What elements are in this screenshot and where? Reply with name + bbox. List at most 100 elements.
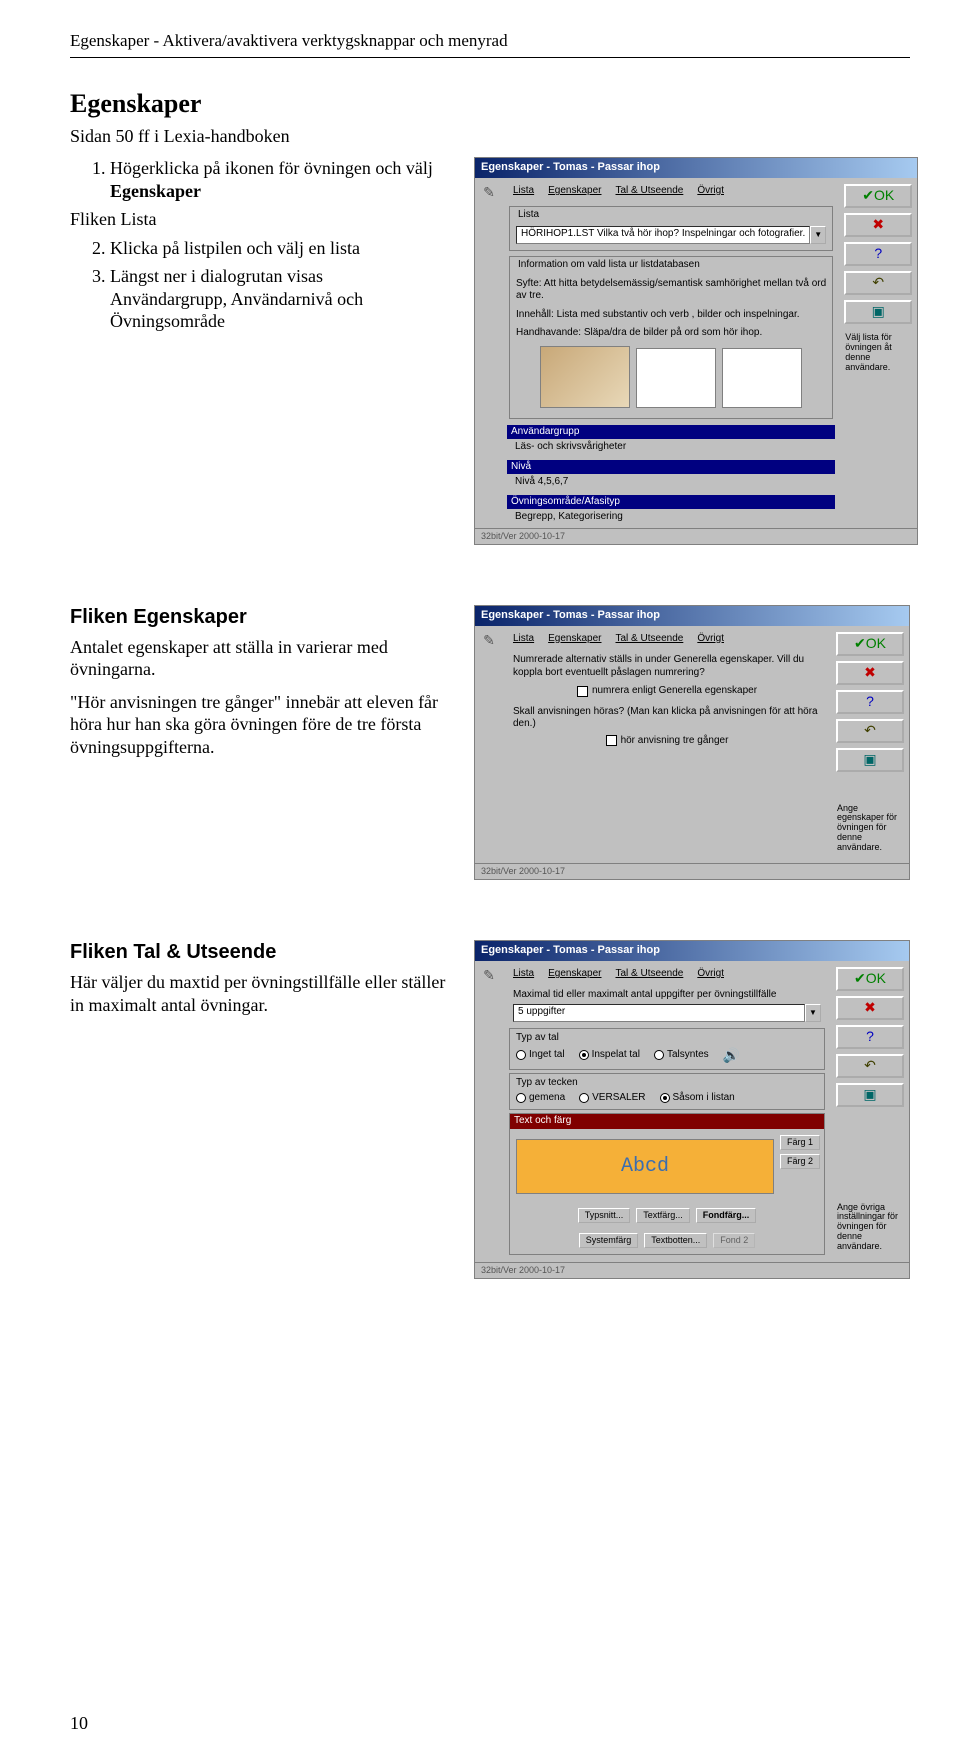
tab-egenskaper[interactable]: Egenskaper — [548, 968, 601, 981]
right-caption: Välj lista för övningen åt denne använda… — [843, 329, 913, 377]
farg2-button[interactable]: Färg 2 — [780, 1154, 820, 1169]
radio-inget[interactable] — [516, 1050, 526, 1060]
undo-button[interactable]: ↶ — [836, 719, 904, 743]
tab-ovrigt[interactable]: Övrigt — [697, 968, 724, 981]
shot2-footer: 32bit/Ver 2000-10-17 — [475, 863, 909, 879]
help-button[interactable]: ? — [844, 242, 912, 266]
section3-p1: Här väljer du maxtid per övningstillfäll… — [70, 971, 450, 1016]
typsnitt-button[interactable]: Typsnitt... — [578, 1208, 631, 1223]
section2-p2: "Hör anvisningen tre gånger" innebär att… — [70, 691, 450, 759]
radio-talsyntes[interactable] — [654, 1050, 664, 1060]
thumbnail-image — [540, 346, 630, 408]
radio-inspelat-label: Inspelat tal — [592, 1049, 640, 1062]
fondfarg-button[interactable]: Fondfärg... — [696, 1208, 757, 1223]
ok-button[interactable]: ✔OK — [836, 967, 904, 991]
dialog-title-2: Egenskaper - Tomas - Passar ihop — [475, 606, 909, 626]
tab-egenskaper[interactable]: Egenskaper — [548, 185, 601, 198]
niva-value: Nivå 4,5,6,7 — [507, 476, 835, 489]
section3-title: Fliken Tal & Utseende — [70, 940, 450, 965]
shot2-line2: Skall anvisningen höras? (Man kan klicka… — [507, 700, 827, 733]
abcd-sample: Abcd — [621, 1155, 669, 1178]
fond2-button[interactable]: Fond 2 — [713, 1233, 755, 1248]
radio-gemena[interactable] — [516, 1093, 526, 1103]
tab-bar-2: Lista Egenskaper Tal & Utseende Övrigt — [507, 630, 827, 651]
shot1-footer: 32bit/Ver 2000-10-17 — [475, 528, 917, 544]
tab-lista[interactable]: Lista — [513, 633, 534, 646]
tool-button[interactable]: ▣ — [836, 748, 904, 772]
header-rule — [70, 57, 910, 58]
radio-sasom[interactable] — [660, 1093, 670, 1103]
tool-button[interactable]: ▣ — [844, 300, 912, 324]
checkbox-hor-anvisning[interactable] — [606, 735, 617, 746]
tab-tal-utseende[interactable]: Tal & Utseende — [616, 968, 684, 981]
anvandargrupp-header: Användargrupp — [507, 425, 835, 440]
undo-button[interactable]: ↶ — [844, 271, 912, 295]
cancel-button[interactable]: ✖ — [836, 996, 904, 1020]
tool-button[interactable]: ▣ — [836, 1083, 904, 1107]
step-3: Längst ner i dialogrutan visas Användarg… — [110, 265, 450, 333]
radio-sasom-label: Såsom i listan — [673, 1092, 735, 1105]
lista-combo-value[interactable]: HÖRIHOP1.LST Vilka två hör ihop? Inspeln… — [516, 226, 810, 244]
systemfarg-button[interactable]: Systemfärg — [579, 1233, 639, 1248]
textfarg-button[interactable]: Textfärg... — [636, 1208, 690, 1223]
radio-inget-label: Inget tal — [529, 1049, 565, 1062]
undo-button[interactable]: ↶ — [836, 1054, 904, 1078]
shot2-line1: Numrerade alternativ ställs in under Gen… — [507, 650, 827, 683]
speaker-icon[interactable] — [723, 1047, 740, 1065]
help-button[interactable]: ? — [836, 1025, 904, 1049]
dialog-title-3: Egenskaper - Tomas - Passar ihop — [475, 941, 909, 961]
step1-pre: Högerklicka på ikonen för övningen och v… — [110, 158, 433, 178]
group-lista-title: Lista — [516, 209, 541, 220]
radio-versaler-label: VERSALER — [592, 1092, 645, 1105]
empty-box-1 — [636, 348, 716, 408]
checkbox-numrera[interactable] — [577, 686, 588, 697]
right-caption-3: Ange övriga inställningar för övningen f… — [835, 1199, 905, 1256]
typ-tecken-legend: Typ av tecken — [516, 1077, 818, 1090]
info-handhavande: Handhavande: Släpa/dra de bilder på ord … — [516, 327, 826, 340]
fliken-lista-heading: Fliken Lista — [70, 208, 450, 231]
tab-bar-3: Lista Egenskaper Tal & Utseende Övrigt — [507, 965, 827, 986]
shot3-footer: 32bit/Ver 2000-10-17 — [475, 1262, 909, 1278]
empty-box-2 — [722, 348, 802, 408]
step-1: Högerklicka på ikonen för övningen och v… — [110, 157, 450, 202]
step-2: Klicka på listpilen och välj en lista — [110, 237, 450, 260]
radio-inspelat[interactable] — [579, 1050, 589, 1060]
check-label-1: numrera enligt Generella egenskaper — [592, 685, 757, 698]
pencil-icon — [483, 632, 495, 650]
tab-tal-utseende[interactable]: Tal & Utseende — [616, 185, 684, 198]
screenshot-egenskaper: Egenskaper - Tomas - Passar ihop Lista E… — [474, 605, 910, 881]
tab-egenskaper[interactable]: Egenskaper — [548, 633, 601, 646]
info-innehall: Innehåll: Lista med substantiv och verb … — [516, 309, 826, 322]
niva-header: Nivå — [507, 460, 835, 475]
tab-tal-utseende[interactable]: Tal & Utseende — [616, 633, 684, 646]
maxline: Maximal tid eller maximalt antal uppgift… — [507, 986, 827, 1005]
tab-ovrigt[interactable]: Övrigt — [697, 633, 724, 646]
check-label-2: hör anvisning tre gånger — [621, 735, 729, 748]
ok-button[interactable]: ✔OK — [844, 184, 912, 208]
typ-tal-legend: Typ av tal — [516, 1032, 818, 1045]
text-farg-legend: Text och färg — [510, 1114, 824, 1129]
radio-versaler[interactable] — [579, 1093, 589, 1103]
section2-title: Fliken Egenskaper — [70, 605, 450, 630]
pencil-icon — [483, 184, 495, 202]
textbotten-button[interactable]: Textbotten... — [644, 1233, 707, 1248]
tab-ovrigt[interactable]: Övrigt — [697, 185, 724, 198]
tab-lista[interactable]: Lista — [513, 968, 534, 981]
tab-bar: Lista Egenskaper Tal & Utseende Övrigt — [507, 182, 835, 203]
lista-combo-dropdown[interactable]: ▼ — [810, 226, 826, 244]
help-button[interactable]: ? — [836, 690, 904, 714]
screenshot-lista: Egenskaper - Tomas - Passar ihop Lista E… — [474, 157, 918, 545]
ok-button[interactable]: ✔OK — [836, 632, 904, 656]
radio-gemena-label: gemena — [529, 1092, 565, 1105]
cancel-button[interactable]: ✖ — [844, 213, 912, 237]
max-combo-value[interactable]: 5 uppgifter — [513, 1004, 805, 1022]
cancel-button[interactable]: ✖ — [836, 661, 904, 685]
info-header: Information om vald lista ur listdatabas… — [516, 259, 702, 270]
max-combo-dropdown[interactable]: ▼ — [805, 1004, 821, 1022]
section1-title: Egenskaper — [70, 88, 910, 121]
tab-lista[interactable]: Lista — [513, 185, 534, 198]
radio-talsyntes-label: Talsyntes — [667, 1049, 709, 1062]
farg1-button[interactable]: Färg 1 — [780, 1135, 820, 1150]
anvandargrupp-value: Läs- och skrivsvårigheter — [507, 441, 835, 454]
step1-bold: Egenskaper — [110, 181, 201, 201]
